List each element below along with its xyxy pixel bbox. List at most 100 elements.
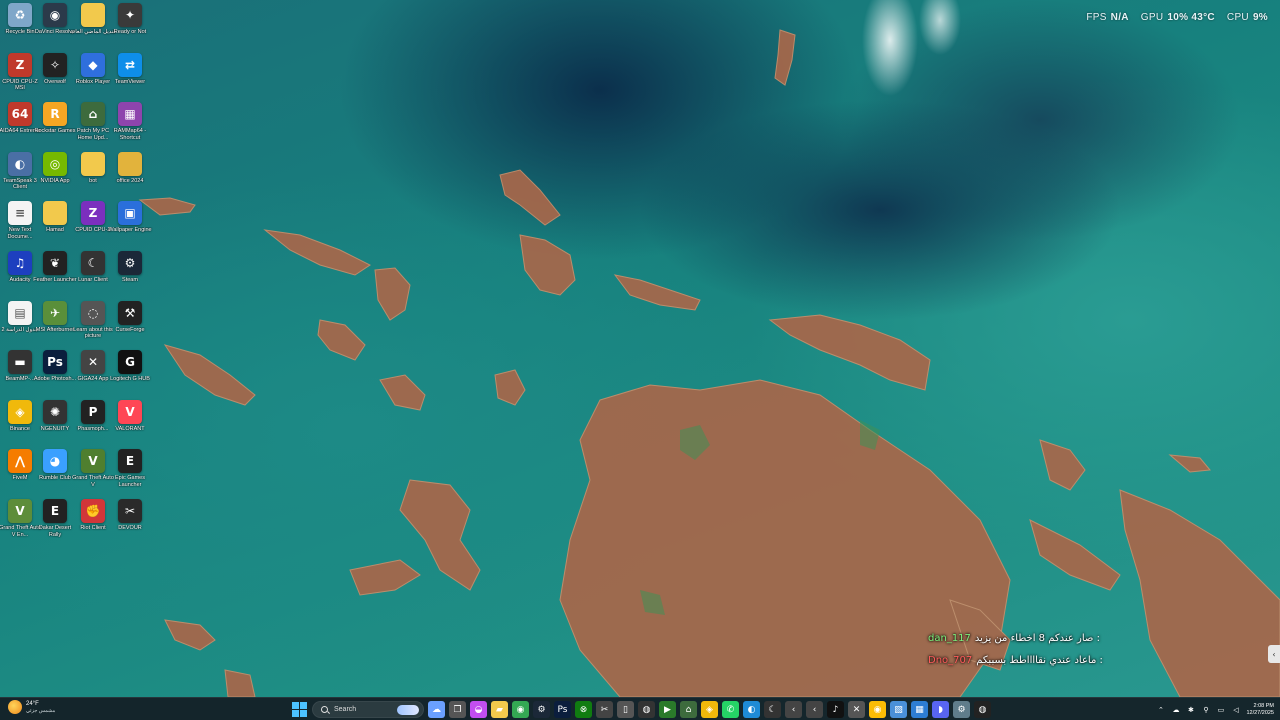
side-panel-handle[interactable]: ‹	[1268, 645, 1280, 663]
desktop-icon[interactable]: ▣ Wallpaper Engine	[108, 201, 152, 247]
chevron-up-icon[interactable]: ⌃	[1156, 705, 1165, 714]
bluetooth-icon[interactable]: ✱	[1186, 705, 1195, 714]
desktop-icon[interactable]: ▬ BeamMP-...	[0, 350, 40, 396]
task-view-icon[interactable]: ❐	[449, 701, 466, 718]
store-icon[interactable]: ▦	[911, 701, 928, 718]
desktop-icon[interactable]: ✺ NGENUITY	[35, 399, 75, 446]
desktop-icon[interactable]: ⌂ Patch My PC Home Upd...	[73, 102, 113, 148]
weather-widget[interactable]: 24°F مشمس جزئي	[8, 700, 55, 714]
rumble-club-icon: ◕	[43, 449, 67, 474]
desktop-icon[interactable]: ▦ RAMMap64 - Shortcut	[110, 102, 150, 148]
display-icon[interactable]: ▭	[1216, 705, 1225, 714]
patch-my-pc-icon[interactable]: ⌂	[680, 701, 697, 718]
desktop-icon[interactable]: ≡ New Text Docume...	[0, 201, 40, 247]
edge-icon[interactable]: ◐	[743, 701, 760, 718]
desktop-icon[interactable]: ✈ MSI Afterburner	[35, 300, 75, 347]
desktop-icon[interactable]: E Epic Games Launcher	[110, 449, 150, 495]
desktop-icon[interactable]: ✦ Ready or Not	[110, 3, 150, 49]
chrome-alt-icon[interactable]: ◉	[869, 701, 886, 718]
beammp-icon: ▬	[8, 350, 32, 375]
desktop-icon[interactable]: ✧ Overwolf	[35, 52, 75, 99]
desktop-icon[interactable]: ◎ NVIDIA App	[35, 151, 75, 198]
photoshop-icon[interactable]: Ps	[554, 701, 571, 718]
obs-icon[interactable]: ◍	[638, 701, 655, 718]
obs-studio-icon[interactable]: ◍	[974, 701, 991, 718]
desktop-icon[interactable]: ◐ TeamSpeak 3 Client	[0, 151, 40, 198]
desktop-icon[interactable]: bot	[73, 151, 113, 198]
discord-icon[interactable]: ◗	[932, 701, 949, 718]
desktop-icon[interactable]: ⇄ TeamViewer	[110, 52, 150, 99]
desktop-icon-label: VALORANT	[115, 425, 145, 432]
desktop-icon[interactable]: E Dakar Desert Rally	[35, 499, 75, 545]
desktop-icon[interactable]: V VALORANT	[110, 399, 150, 446]
desktop-icon[interactable]: office 2024	[110, 151, 150, 198]
desktop-icon[interactable]: Z CPUID CPU-Z	[73, 201, 113, 247]
tiktok-icon[interactable]: ♪	[827, 701, 844, 718]
patch-my-pc-icon: ⌂	[81, 102, 105, 127]
settings-icon[interactable]: ⚙	[953, 701, 970, 718]
desktop-icon[interactable]: ✕ GIGA24 App	[73, 350, 113, 396]
feather-launcher-icon: ❦	[43, 251, 67, 275]
network-icon[interactable]: ☁	[1171, 705, 1180, 714]
desktop-icon[interactable]: Hamad	[35, 201, 75, 247]
media-player-icon[interactable]: ▶	[659, 701, 676, 718]
photos-icon[interactable]: ▧	[890, 701, 907, 718]
desktop-icon[interactable]: ◆ Roblox Player	[73, 52, 113, 99]
desktop-icon[interactable]: P Phasmoph...	[73, 399, 113, 446]
folder-icon	[81, 151, 105, 176]
desktop-icon[interactable]: قنديل الماضي ألعاب	[70, 3, 116, 49]
rammap-icon: ▦	[118, 102, 142, 127]
desktop-icon-label: DEVOUR	[118, 525, 142, 531]
xbox-icon[interactable]: ⊗	[575, 701, 592, 718]
steam-icon[interactable]: ⚙	[533, 701, 550, 718]
cpu-z-icon: Z	[8, 52, 32, 77]
desktop-icon[interactable]: ✂ DEVOUR	[110, 499, 150, 545]
desktop-icon[interactable]: Ps Adobe Photosh...	[34, 350, 76, 396]
desktop-icon[interactable]: ✊ Riot Client	[73, 499, 113, 545]
snipping-tool-icon[interactable]: ✂	[596, 701, 613, 718]
search-icon	[321, 706, 328, 713]
desktop-icon[interactable]: ◌ Learn about this picture	[73, 300, 113, 347]
widgets-icon[interactable]: ☁	[428, 701, 445, 718]
notepad-icon[interactable]: ▯	[617, 701, 634, 718]
file-explorer-icon[interactable]: ▰	[491, 701, 508, 718]
clock[interactable]: 2:08 PM 12/27/2025	[1246, 703, 1274, 717]
camera-icon: ◌	[81, 300, 105, 325]
taskbar-search[interactable]: Search	[312, 701, 424, 718]
clock-date: 12/27/2025	[1246, 709, 1274, 716]
desktop-icon[interactable]: ♫ Audacity	[0, 251, 40, 297]
desktop-icon[interactable]: ☾ Lunar Client	[73, 251, 113, 297]
desktop-icon[interactable]: ♻ Recycle Bin	[0, 3, 40, 49]
copilot-icon[interactable]: ◒	[470, 701, 487, 718]
start-button[interactable]	[290, 701, 308, 719]
desktop-icon-label: Logitech G HUB	[110, 376, 150, 383]
desktop-icon[interactable]: R Rockstar Games	[35, 102, 75, 148]
epic-games-icon: E	[43, 499, 67, 523]
desktop-icon[interactable]: 64 AIDA64 Extreme	[0, 102, 40, 148]
desktop-icon[interactable]: ◉ DaVinci Resolve	[35, 3, 75, 49]
desktop-icon[interactable]: ⋀ FiveM	[0, 449, 40, 495]
photoshop-icon: Ps	[43, 350, 67, 375]
desktop-icon[interactable]: Z CPUID CPU-Z MSI	[0, 52, 40, 99]
cpu-readout: CPU 9%	[1226, 12, 1268, 23]
chrome-icon[interactable]: ◉	[512, 701, 529, 718]
desktop-icon[interactable]: ◈ Binance	[0, 399, 40, 446]
binance-icon[interactable]: ◈	[701, 701, 718, 718]
back-icon[interactable]: ‹	[785, 701, 802, 718]
lunar-client-icon[interactable]: ☾	[764, 701, 781, 718]
desktop-icon[interactable]: V Grand Theft Auto V	[72, 449, 114, 495]
ngenuity-icon: ✺	[43, 399, 67, 424]
desktop-icon[interactable]: ▤ جدول الدراسة 2	[0, 300, 40, 347]
desktop-icon[interactable]: ⚒ CurseForge	[110, 300, 150, 347]
folder-icon	[43, 201, 67, 226]
desktop-icon[interactable]: V Grand Theft Auto V En...	[0, 499, 41, 545]
volume-icon[interactable]: ◁	[1231, 705, 1240, 714]
desktop-icon[interactable]: G Logitech G HUB	[110, 350, 150, 396]
gaming-icon[interactable]: ✕	[848, 701, 865, 718]
usb-icon[interactable]: ⚲	[1201, 705, 1210, 714]
desktop-icon[interactable]: ❦ Feather Launcher	[33, 251, 77, 297]
desktop-icon[interactable]: ⚙ Steam	[110, 251, 150, 297]
whatsapp-icon[interactable]: ✆	[722, 701, 739, 718]
desktop-icon[interactable]: ◕ Rumble Club	[35, 449, 75, 495]
forward-icon[interactable]: ‹	[806, 701, 823, 718]
